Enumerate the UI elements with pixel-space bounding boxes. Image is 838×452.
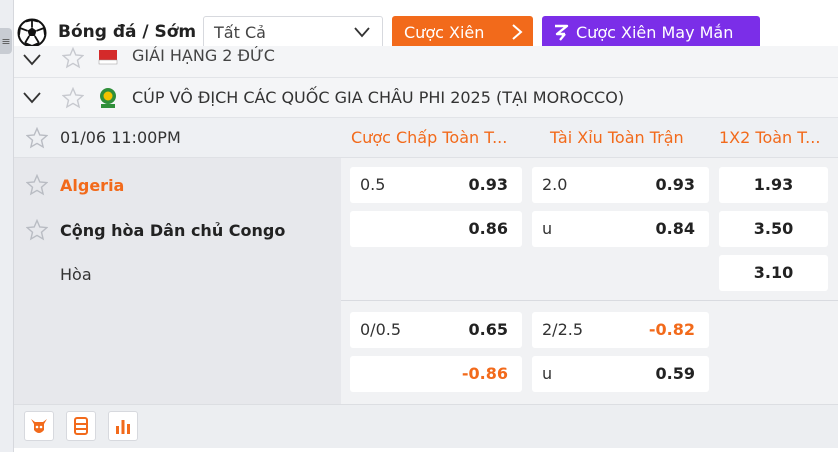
bull-icon-button[interactable] [24, 411, 54, 441]
league-row-previous[interactable]: GIẢI HẠNG 2 ĐỨC [14, 46, 838, 78]
filter-dropdown[interactable]: Tất Cả [203, 16, 383, 49]
match-footer-bar [14, 404, 838, 448]
left-rail: ≡ [0, 0, 14, 452]
odds-cell-over[interactable]: 2/2.5 -0.82 [532, 312, 709, 348]
chevron-down-icon[interactable] [23, 92, 41, 104]
over-under-odd: 0.59 [655, 364, 695, 383]
over-under-odd: -0.82 [648, 320, 695, 339]
parlay-button-label: Cược Xiên [404, 23, 485, 42]
over-under-odd: 0.93 [655, 175, 695, 194]
match-time: 01/06 11:00PM [60, 128, 181, 147]
1x2-odd: 3.50 [753, 219, 794, 238]
star-icon[interactable] [26, 127, 48, 149]
league-name: CÚP VÔ ĐỊCH CÁC QUỐC GIA CHÂU PHI 2025 (… [132, 88, 625, 107]
home-team-name: Algeria [60, 176, 125, 195]
handicap-odd: 0.65 [468, 320, 508, 339]
odds-cell-under[interactable]: u 0.84 [532, 211, 709, 247]
market-divider [341, 300, 838, 301]
over-under-line: 2.0 [542, 175, 568, 194]
column-header-handicap: Cược Chấp Toàn T... [351, 128, 508, 147]
over-under-line: u [542, 219, 553, 238]
match-body: Algeria Cộng hòa Dân chủ Congo Hòa 0.5 0… [14, 158, 838, 404]
stats-icon-button[interactable] [108, 411, 138, 441]
handicap-line: 0/0.5 [360, 320, 402, 339]
handicap-odd: 0.93 [468, 175, 508, 194]
menu-icon: ≡ [1, 34, 11, 48]
scoreboard-icon [74, 417, 88, 435]
column-header-over-under: Tài Xỉu Toàn Trận [550, 128, 684, 147]
1x2-odd: 3.10 [753, 263, 794, 282]
handicap-line: 0.5 [360, 175, 386, 194]
caf-logo-icon [100, 88, 116, 108]
star-icon[interactable] [26, 174, 48, 196]
draw-label: Hòa [60, 265, 92, 284]
over-under-odd: 0.84 [655, 219, 695, 238]
star-icon[interactable] [62, 47, 84, 69]
chevron-down-icon [354, 27, 370, 38]
1x2-odd: 1.93 [753, 175, 794, 194]
handicap-odd: -0.86 [461, 364, 508, 383]
odds-cell-over[interactable]: 2.0 0.93 [532, 167, 709, 203]
star-icon[interactable] [62, 87, 84, 109]
over-under-line: u [542, 364, 553, 383]
league-name: GIẢI HẠNG 2 ĐỨC [132, 46, 275, 65]
stats-icon [116, 420, 130, 434]
menu-toggle-handle[interactable]: ≡ [0, 28, 12, 54]
odds-cell-handicap-away[interactable]: -0.86 [350, 356, 522, 392]
league-row-current[interactable]: CÚP VÔ ĐỊCH CÁC QUỐC GIA CHÂU PHI 2025 (… [14, 78, 838, 118]
odds-cell-handicap-home[interactable]: 0.5 0.93 [350, 167, 522, 203]
star-icon[interactable] [26, 219, 48, 241]
sport-title: Bóng đá / Sớm [58, 22, 197, 42]
odds-cell-1x2-home[interactable]: 1.93 [719, 167, 828, 203]
lucky-parlay-button-label: Cược Xiên May Mắn [576, 23, 734, 42]
match-header: 01/06 11:00PM Cược Chấp Toàn T... Tài Xỉ… [14, 118, 838, 158]
chevron-right-icon [512, 24, 523, 40]
bull-icon [31, 419, 47, 433]
chevron-down-icon[interactable] [23, 54, 41, 66]
lucky-z-icon [555, 24, 569, 41]
odds-cell-1x2-away[interactable]: 3.50 [719, 211, 828, 247]
filter-value: Tất Cả [214, 23, 266, 42]
over-under-line: 2/2.5 [542, 320, 584, 339]
odds-cell-1x2-draw[interactable]: 3.10 [719, 255, 828, 291]
scoreboard-icon-button[interactable] [66, 411, 96, 441]
column-header-1x2: 1X2 Toàn T... [719, 128, 821, 147]
odds-area: 0.5 0.93 0.86 2.0 0.93 u 0.84 1.93 3.50 … [341, 158, 838, 404]
handicap-odd: 0.86 [468, 219, 508, 238]
odds-cell-handicap-home[interactable]: 0/0.5 0.65 [350, 312, 522, 348]
soccer-ball-icon [17, 18, 47, 48]
odds-cell-handicap-away[interactable]: 0.86 [350, 211, 522, 247]
bundesliga2-logo-icon [98, 50, 118, 65]
lucky-parlay-button[interactable]: Cược Xiên May Mắn [542, 16, 760, 49]
parlay-button[interactable]: Cược Xiên [392, 16, 533, 49]
odds-cell-under[interactable]: u 0.59 [532, 356, 709, 392]
away-team-name: Cộng hòa Dân chủ Congo [60, 221, 286, 240]
